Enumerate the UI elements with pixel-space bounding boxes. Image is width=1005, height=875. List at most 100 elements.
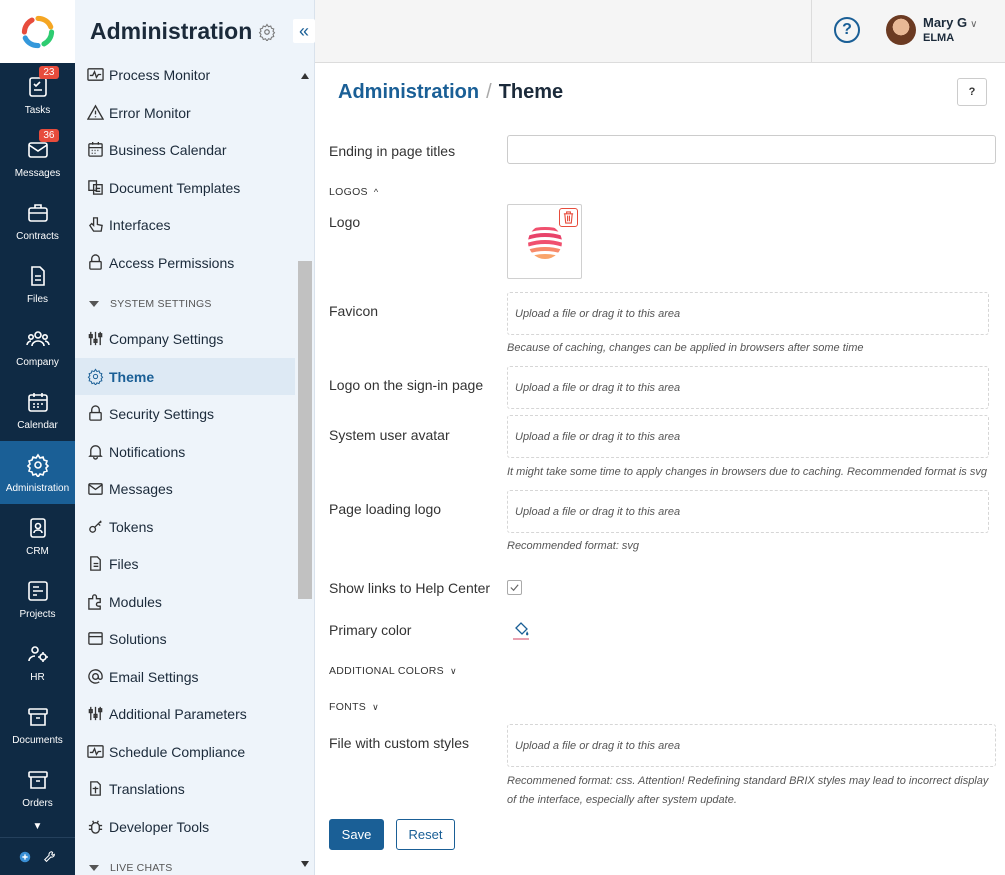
sidebar-item-notifications[interactable]: Notifications	[75, 433, 295, 470]
help-links-checkbox[interactable]	[507, 580, 522, 595]
rail-item-documents[interactable]: Documents	[0, 693, 75, 756]
sidebar-item-interfaces[interactable]: Interfaces	[75, 206, 295, 243]
sidebar-item-error-monitor[interactable]: Error Monitor	[75, 94, 295, 131]
section-logos[interactable]: LOGOS ^	[329, 186, 378, 198]
rail-item-administration[interactable]: Administration	[0, 441, 75, 504]
chevron-down-icon: ∨	[970, 19, 978, 30]
page-help-button[interactable]: ?	[957, 78, 987, 106]
custom-styles-dropzone[interactable]: Upload a file or drag it to this area	[507, 724, 996, 767]
sidebar-item-label: Company Settings	[109, 330, 224, 347]
sidebar-item-tokens[interactable]: Tokens	[75, 508, 295, 545]
sidebar-item-label: Solutions	[109, 630, 167, 647]
sidebar-item-schedule-compliance[interactable]: Schedule Compliance	[75, 733, 295, 770]
collapse-triangle-icon	[89, 865, 99, 871]
loading-logo-hint: Recommended format: svg	[507, 540, 640, 552]
chevron-down-icon: ∨	[372, 701, 379, 712]
sidebar-item-additional-parameters[interactable]: Additional Parameters	[75, 695, 295, 732]
rail-item-label: Files	[26, 293, 49, 305]
paint-bucket-icon	[513, 622, 529, 640]
signin-logo-dropzone[interactable]: Upload a file or drag it to this area	[507, 366, 989, 409]
reset-button[interactable]: Reset	[396, 819, 455, 850]
sliders-icon	[86, 705, 104, 723]
scrollbar-thumb[interactable]	[298, 261, 312, 599]
rail-item-calendar[interactable]: Calendar	[0, 378, 75, 441]
section-fonts[interactable]: FONTS ∨	[329, 701, 379, 713]
pulse-icon	[86, 743, 104, 761]
sidebar-item-translations[interactable]: Translations	[75, 770, 295, 807]
sidebar-item-label: Business Calendar	[109, 141, 227, 158]
sidebar-item-document-templates[interactable]: Document Templates	[75, 169, 295, 206]
breadcrumb-root-link[interactable]: Administration	[338, 81, 479, 104]
sidebar-item-messages[interactable]: Messages	[75, 470, 295, 507]
system-avatar-dropzone[interactable]: Upload a file or drag it to this area	[507, 415, 989, 458]
user-menu[interactable]: Mary G ∨	[923, 15, 977, 30]
app-logo[interactable]	[0, 0, 75, 63]
sidebar-item-theme[interactable]: Theme	[75, 358, 295, 395]
messages-badge: 36	[39, 128, 59, 142]
lock-icon	[86, 254, 104, 272]
sidebar-item-process-monitor[interactable]: Process Monitor	[75, 56, 295, 93]
rail-more-button[interactable]: ▼	[0, 815, 75, 837]
sidebar-item-modules[interactable]: Modules	[75, 583, 295, 620]
sidebar-item-company-settings[interactable]: Company Settings	[75, 320, 295, 357]
sidebar-item-label: Messages	[109, 480, 173, 497]
user-name: Mary G	[923, 15, 968, 30]
avatar[interactable]	[886, 15, 916, 45]
bell-icon	[86, 443, 104, 461]
trash-icon	[563, 211, 574, 224]
favicon-dropzone[interactable]: Upload a file or drag it to this area	[507, 292, 989, 335]
rail-item-messages[interactable]: 36 Messages	[0, 126, 75, 189]
sidebar-item-email-settings[interactable]: Email Settings	[75, 658, 295, 695]
section-additional-colors[interactable]: ADDITIONAL COLORS ∨	[329, 665, 457, 677]
delete-logo-button[interactable]	[559, 208, 578, 227]
rail-item-files[interactable]: Files	[0, 252, 75, 315]
help-icon[interactable]: ?	[834, 17, 860, 43]
sidebar-item-files[interactable]: Files	[75, 545, 295, 582]
people-icon	[25, 326, 51, 352]
section-label: LOGOS	[329, 186, 368, 198]
sidebar-scrollbar[interactable]	[296, 63, 314, 875]
sidebar-item-security-settings[interactable]: Security Settings	[75, 395, 295, 432]
loading-logo-dropzone[interactable]: Upload a file or drag it to this area	[507, 490, 989, 533]
sidebar-item-label: Schedule Compliance	[109, 743, 246, 760]
projects-icon	[25, 578, 51, 604]
section-live-chats[interactable]: LIVE CHATS	[75, 853, 295, 875]
custom-styles-hint: Recommened format: css. Attention! Redef…	[507, 775, 989, 806]
favicon-label: Favicon	[329, 303, 379, 319]
scroll-down-icon[interactable]	[301, 861, 309, 867]
rail-item-orders[interactable]: Orders	[0, 756, 75, 819]
app-rail: 23 Tasks 36 Messages Contracts Files Com…	[0, 0, 75, 875]
sidebar-item-label: Interfaces	[109, 216, 171, 233]
primary-color-picker[interactable]	[513, 620, 531, 642]
save-button[interactable]: Save	[329, 819, 384, 850]
rail-item-tasks[interactable]: 23 Tasks	[0, 63, 75, 126]
collapse-sidebar-button[interactable]: «	[293, 19, 315, 43]
rail-bottom-bar	[0, 837, 75, 875]
ending-input[interactable]	[507, 135, 996, 164]
scroll-up-icon[interactable]	[301, 73, 309, 79]
sidebar-item-developer-tools[interactable]: Developer Tools	[75, 808, 295, 845]
rail-item-contracts[interactable]: Contracts	[0, 189, 75, 252]
top-bar: ? Mary G ∨ ELMA	[315, 0, 1005, 63]
rail-item-hr[interactable]: HR	[0, 630, 75, 693]
rail-item-crm[interactable]: CRM	[0, 504, 75, 567]
gear-icon	[86, 368, 104, 386]
sidebar-item-label: Notifications	[109, 443, 186, 460]
sidebar-item-access-permissions[interactable]: Access Permissions	[75, 244, 295, 281]
wrench-icon[interactable]	[42, 849, 58, 865]
sidebar-item-solutions[interactable]: Solutions	[75, 620, 295, 657]
sidebar-item-business-calendar[interactable]: Business Calendar	[75, 131, 295, 168]
system-avatar-label: System user avatar	[329, 427, 450, 443]
sidebar-item-label: Theme	[109, 368, 155, 385]
rail-item-projects[interactable]: Projects	[0, 567, 75, 630]
company-name: ELMA	[923, 32, 955, 44]
add-icon[interactable]	[17, 849, 33, 865]
rail-item-company[interactable]: Company	[0, 315, 75, 378]
hr-icon	[25, 641, 51, 667]
sidebar-item-label: Modules	[109, 593, 162, 610]
gear-icon[interactable]	[258, 23, 276, 41]
section-system-settings[interactable]: SYSTEM SETTINGS	[75, 289, 295, 319]
templates-icon	[86, 179, 104, 197]
logo-image-icon	[527, 224, 562, 259]
sidebar-item-label: Security Settings	[109, 405, 215, 422]
